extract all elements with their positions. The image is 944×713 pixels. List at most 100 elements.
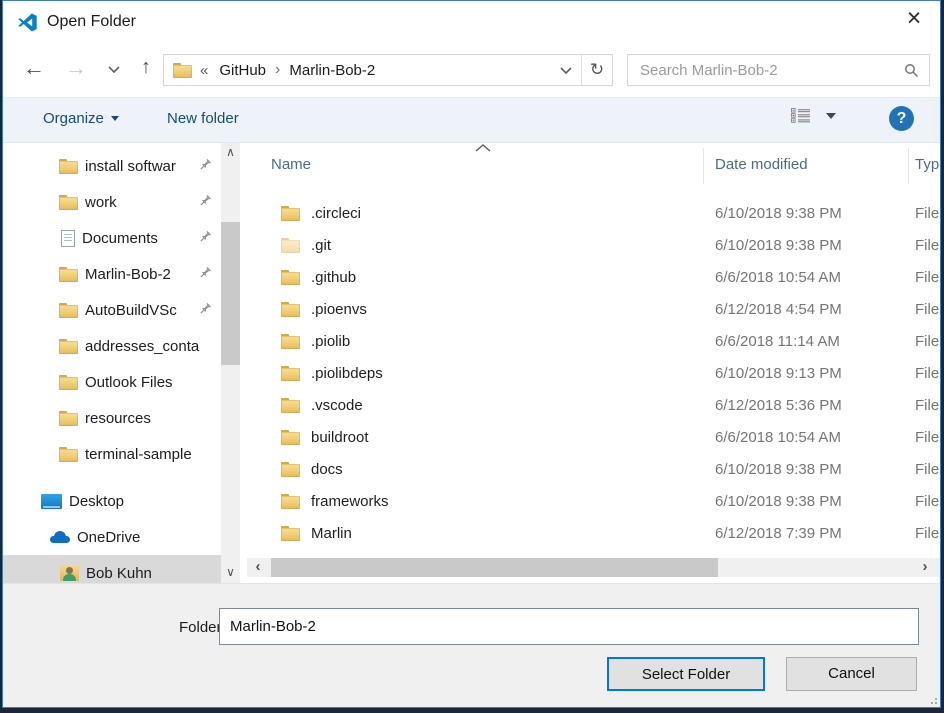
column-header-name[interactable]: Name [271, 156, 311, 173]
address-folder-icon [173, 63, 192, 78]
address-bar[interactable]: « GitHub › Marlin-Bob-2 ↻ [163, 54, 613, 86]
select-folder-button[interactable]: Select Folder [607, 657, 765, 691]
close-button[interactable]: × [898, 3, 930, 35]
cancel-button[interactable]: Cancel [786, 657, 917, 691]
pin-icon[interactable] [199, 266, 212, 279]
back-button[interactable]: ← [19, 55, 49, 81]
view-mode-button[interactable] [791, 108, 836, 123]
sidebar-item[interactable]: OneDrive [3, 519, 221, 555]
column-separator[interactable] [908, 148, 909, 184]
breadcrumb-separator-icon[interactable]: › [275, 61, 280, 79]
refresh-button[interactable]: ↻ [582, 55, 612, 85]
scroll-up-icon[interactable]: ∧ [221, 143, 240, 161]
sidebar-item[interactable]: Documents [3, 220, 221, 256]
search-input[interactable] [628, 62, 894, 79]
file-name: .vscode [311, 397, 363, 414]
file-row[interactable]: .pioenvs 6/12/2018 4:54 PM File [247, 294, 940, 326]
sidebar-item[interactable]: terminal-sample [3, 436, 221, 472]
column-header-type[interactable]: Type [915, 156, 940, 173]
forward-button: → [61, 55, 91, 81]
file-type: File [915, 237, 939, 254]
file-rows: .circleci 6/10/2018 9:38 PM File .git 6/… [247, 198, 940, 550]
list-header: Name Date modified Type [247, 143, 940, 189]
folder-icon [59, 375, 78, 390]
breadcrumb-collapsed[interactable]: « [200, 62, 208, 79]
sidebar-scrollbar[interactable]: ∧ ∨ [221, 143, 240, 583]
resize-grip[interactable] [927, 694, 937, 704]
sidebar-item-label: addresses_conta [85, 338, 221, 355]
sidebar-item[interactable]: Bob Kuhn [3, 555, 221, 583]
open-folder-dialog: Open Folder × ← → ↑ « GitHub › Marlin-Bo… [2, 0, 941, 708]
sidebar-item[interactable]: resources [3, 400, 221, 436]
sidebar-item[interactable]: Desktop [3, 483, 221, 519]
file-type: File [915, 205, 939, 222]
pin-icon[interactable] [199, 302, 212, 315]
search-icon[interactable] [904, 63, 919, 78]
documents-icon [61, 230, 75, 247]
sidebar-item[interactable]: AutoBuildVSc [3, 292, 221, 328]
folder-icon [281, 238, 300, 253]
scroll-left-icon[interactable]: ‹ [249, 558, 267, 577]
sidebar-item[interactable]: install softwar [3, 148, 221, 184]
file-type: File [915, 397, 939, 414]
sidebar-item[interactable]: Outlook Files [3, 364, 221, 400]
file-date-modified: 6/12/2018 5:36 PM [715, 397, 842, 414]
file-row[interactable]: Marlin 6/12/2018 7:39 PM File [247, 518, 940, 550]
folder-icon [59, 267, 78, 282]
file-row[interactable]: frameworks 6/10/2018 9:38 PM File [247, 486, 940, 518]
file-row[interactable]: .circleci 6/10/2018 9:38 PM File [247, 198, 940, 230]
folder-icon [281, 526, 300, 541]
horizontal-scrollbar[interactable]: ‹ › [247, 558, 940, 577]
column-header-date-modified[interactable]: Date modified [715, 156, 808, 173]
file-row[interactable]: docs 6/10/2018 9:38 PM File [247, 454, 940, 486]
user-folder-icon [60, 565, 79, 581]
file-row[interactable]: .git 6/10/2018 9:38 PM File [247, 230, 940, 262]
sidebar-tree: install softwar work Documents Marlin-Bo… [3, 143, 221, 583]
history-dropdown-icon[interactable] [99, 66, 129, 73]
file-row[interactable]: .vscode 6/12/2018 5:36 PM File [247, 390, 940, 422]
file-name: Marlin [311, 525, 352, 542]
file-date-modified: 6/6/2018 10:54 AM [715, 269, 841, 286]
folder-icon [281, 302, 300, 317]
organize-button[interactable]: Organize [43, 110, 119, 127]
sidebar-item[interactable]: work [3, 184, 221, 220]
pin-icon[interactable] [199, 194, 212, 207]
search-box [627, 54, 930, 86]
file-date-modified: 6/10/2018 9:38 PM [715, 461, 842, 478]
up-button[interactable]: ↑ [131, 56, 161, 79]
file-name: .piolibdeps [311, 365, 383, 382]
sidebar-item-label: resources [85, 410, 221, 427]
folder-icon [59, 195, 78, 210]
file-name: buildroot [311, 429, 369, 446]
column-separator[interactable] [703, 148, 704, 184]
scroll-right-icon[interactable]: › [916, 558, 934, 577]
folder-icon [59, 303, 78, 318]
file-name: .git [311, 237, 331, 254]
onedrive-icon [50, 531, 70, 543]
file-row[interactable]: .piolib 6/6/2018 11:14 AM File [247, 326, 940, 358]
folder-icon [59, 447, 78, 462]
file-type: File [915, 301, 939, 318]
file-name: .github [311, 269, 356, 286]
footer-bar: Folder: Select Folder Cancel [3, 583, 940, 707]
scroll-down-icon[interactable]: ∨ [221, 563, 240, 581]
file-type: File [915, 333, 939, 350]
sidebar-item[interactable]: Marlin-Bob-2 [3, 256, 221, 292]
folder-name-input[interactable] [219, 608, 919, 645]
sidebar-item[interactable]: addresses_conta [3, 328, 221, 364]
breadcrumb-marlin-bob-2[interactable]: Marlin-Bob-2 [287, 62, 377, 79]
file-row[interactable]: .github 6/6/2018 10:54 AM File [247, 262, 940, 294]
pin-icon[interactable] [199, 158, 212, 171]
sidebar-scrollbar-thumb[interactable] [221, 222, 240, 365]
folder-icon [281, 398, 300, 413]
file-row[interactable]: .piolibdeps 6/10/2018 9:13 PM File [247, 358, 940, 390]
help-button[interactable]: ? [889, 106, 914, 131]
file-row[interactable]: buildroot 6/6/2018 10:54 AM File [247, 422, 940, 454]
new-folder-button[interactable]: New folder [167, 110, 239, 127]
breadcrumb-github[interactable]: GitHub [217, 62, 268, 79]
sidebar-item-label: terminal-sample [85, 446, 221, 463]
horizontal-scrollbar-thumb[interactable] [271, 558, 718, 577]
folder-icon [281, 462, 300, 477]
pin-icon[interactable] [199, 230, 212, 243]
address-dropdown-icon[interactable] [551, 55, 581, 85]
